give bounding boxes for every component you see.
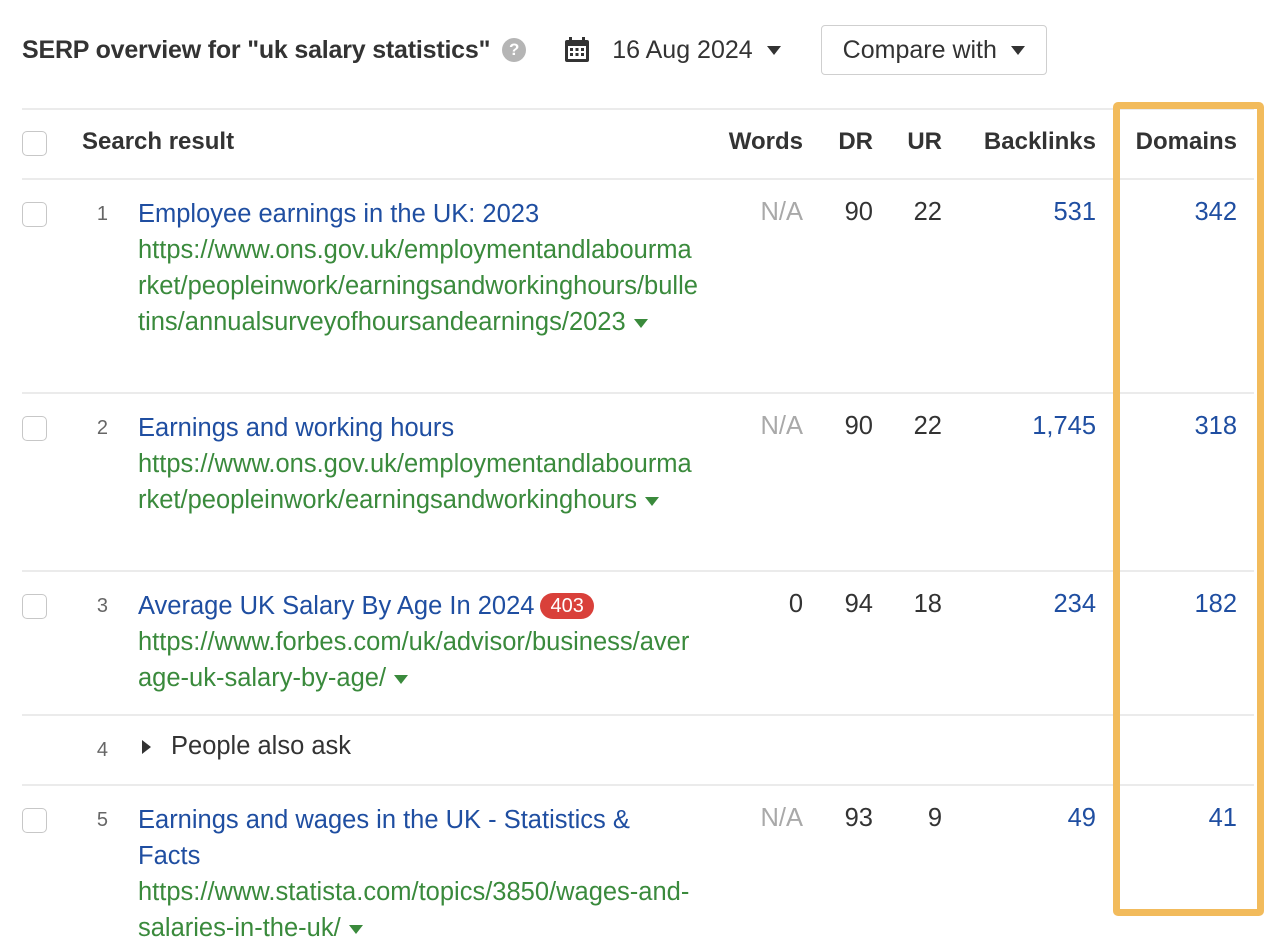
result-title-line: Average UK Salary By Age In 2024 403: [138, 588, 698, 624]
ur-value: 9: [927, 804, 942, 832]
backlinks-link[interactable]: 49: [1068, 804, 1096, 833]
select-all-checkbox[interactable]: [22, 131, 47, 156]
dr-value: 94: [844, 590, 873, 618]
chevron-down-icon: [1010, 45, 1025, 55]
result-url-link[interactable]: https://www.ons.gov.uk/employmentandlabo…: [138, 232, 698, 340]
ur-value: 22: [913, 412, 942, 440]
result-url: https://www.ons.gov.uk/employmentandlabo…: [138, 236, 698, 336]
result-url: https://www.forbes.com/uk/advisor/busine…: [138, 628, 690, 692]
serp-header: SERP overview for "uk salary statistics"…: [22, 24, 1047, 76]
words-value: 0: [788, 590, 803, 618]
divider: [22, 570, 1254, 572]
date-value: 16 Aug 2024: [612, 35, 753, 64]
result-url: https://www.ons.gov.uk/employmentandlabo…: [138, 450, 692, 514]
divider: [22, 392, 1254, 394]
backlinks-link[interactable]: 234: [1053, 590, 1096, 619]
col-words[interactable]: Words: [729, 128, 803, 156]
url-dropdown-icon[interactable]: [394, 674, 409, 684]
col-dr[interactable]: DR: [838, 128, 873, 156]
row-checkbox[interactable]: [22, 594, 47, 619]
dr-value: 93: [844, 804, 873, 832]
chevron-down-icon: [766, 45, 781, 55]
dr-value: 90: [844, 198, 873, 226]
row-checkbox[interactable]: [22, 416, 47, 441]
result-url-link[interactable]: https://www.statista.com/topics/3850/wag…: [138, 874, 698, 946]
position-number: 3: [96, 595, 108, 617]
result-title-link[interactable]: Average UK Salary By Age In 2024: [138, 592, 534, 620]
result-title-link[interactable]: Earnings and working hours: [138, 410, 698, 446]
page-title: SERP overview for "uk salary statistics": [22, 35, 491, 64]
position-number: 4: [96, 739, 108, 761]
url-dropdown-icon[interactable]: [633, 318, 648, 328]
backlinks-link[interactable]: 1,745: [1032, 412, 1096, 441]
col-search-result[interactable]: Search result: [82, 128, 234, 156]
backlinks-link[interactable]: 531: [1053, 198, 1096, 227]
url-dropdown-icon[interactable]: [644, 496, 659, 506]
result-url-link[interactable]: https://www.ons.gov.uk/employmentandlabo…: [138, 446, 698, 518]
col-backlinks[interactable]: Backlinks: [984, 128, 1096, 156]
row-checkbox[interactable]: [22, 202, 47, 227]
result-title-link[interactable]: Earnings and wages in the UK - Statistic…: [138, 802, 698, 874]
divider: [22, 784, 1254, 786]
words-value: N/A: [760, 804, 803, 832]
col-ur[interactable]: UR: [907, 128, 942, 156]
ur-value: 18: [913, 590, 942, 618]
result-url-link[interactable]: https://www.forbes.com/uk/advisor/busine…: [138, 624, 698, 696]
compare-with-button[interactable]: Compare with: [820, 25, 1047, 75]
ur-value: 22: [913, 198, 942, 226]
search-result: Earnings and wages in the UK - Statistic…: [138, 802, 698, 946]
domains-link[interactable]: 41: [1209, 804, 1237, 833]
domains-link[interactable]: 182: [1194, 590, 1237, 619]
feature-label: People also ask: [171, 732, 352, 760]
domains-link[interactable]: 318: [1194, 412, 1237, 441]
position-number: 1: [96, 203, 108, 225]
people-also-ask-toggle[interactable]: People also ask: [142, 732, 351, 761]
expand-icon: [142, 739, 151, 754]
row-checkbox[interactable]: [22, 808, 47, 833]
dr-value: 90: [844, 412, 873, 440]
position-number: 2: [96, 417, 108, 439]
compare-with-label: Compare with: [842, 35, 997, 64]
domains-column-highlight: [1113, 102, 1264, 916]
url-dropdown-icon[interactable]: [348, 924, 363, 934]
words-value: N/A: [760, 412, 803, 440]
help-icon[interactable]: ?: [502, 38, 527, 62]
date-picker[interactable]: 16 Aug 2024: [564, 35, 781, 65]
words-value: N/A: [760, 198, 803, 226]
http-status-badge: 403: [540, 593, 594, 619]
search-result: Earnings and working hours https://www.o…: [138, 410, 698, 518]
result-url: https://www.statista.com/topics/3850/wag…: [138, 878, 690, 942]
col-domains[interactable]: Domains: [1136, 128, 1237, 156]
divider: [22, 714, 1254, 716]
search-result: Average UK Salary By Age In 2024 403 http…: [138, 588, 698, 696]
search-result: Employee earnings in the UK: 2023 https:…: [138, 196, 698, 340]
position-number: 5: [96, 809, 108, 831]
divider: [22, 108, 1254, 110]
calendar-icon: [565, 37, 590, 62]
domains-link[interactable]: 342: [1194, 198, 1237, 227]
divider: [22, 178, 1254, 180]
result-title-link[interactable]: Employee earnings in the UK: 2023: [138, 196, 698, 232]
